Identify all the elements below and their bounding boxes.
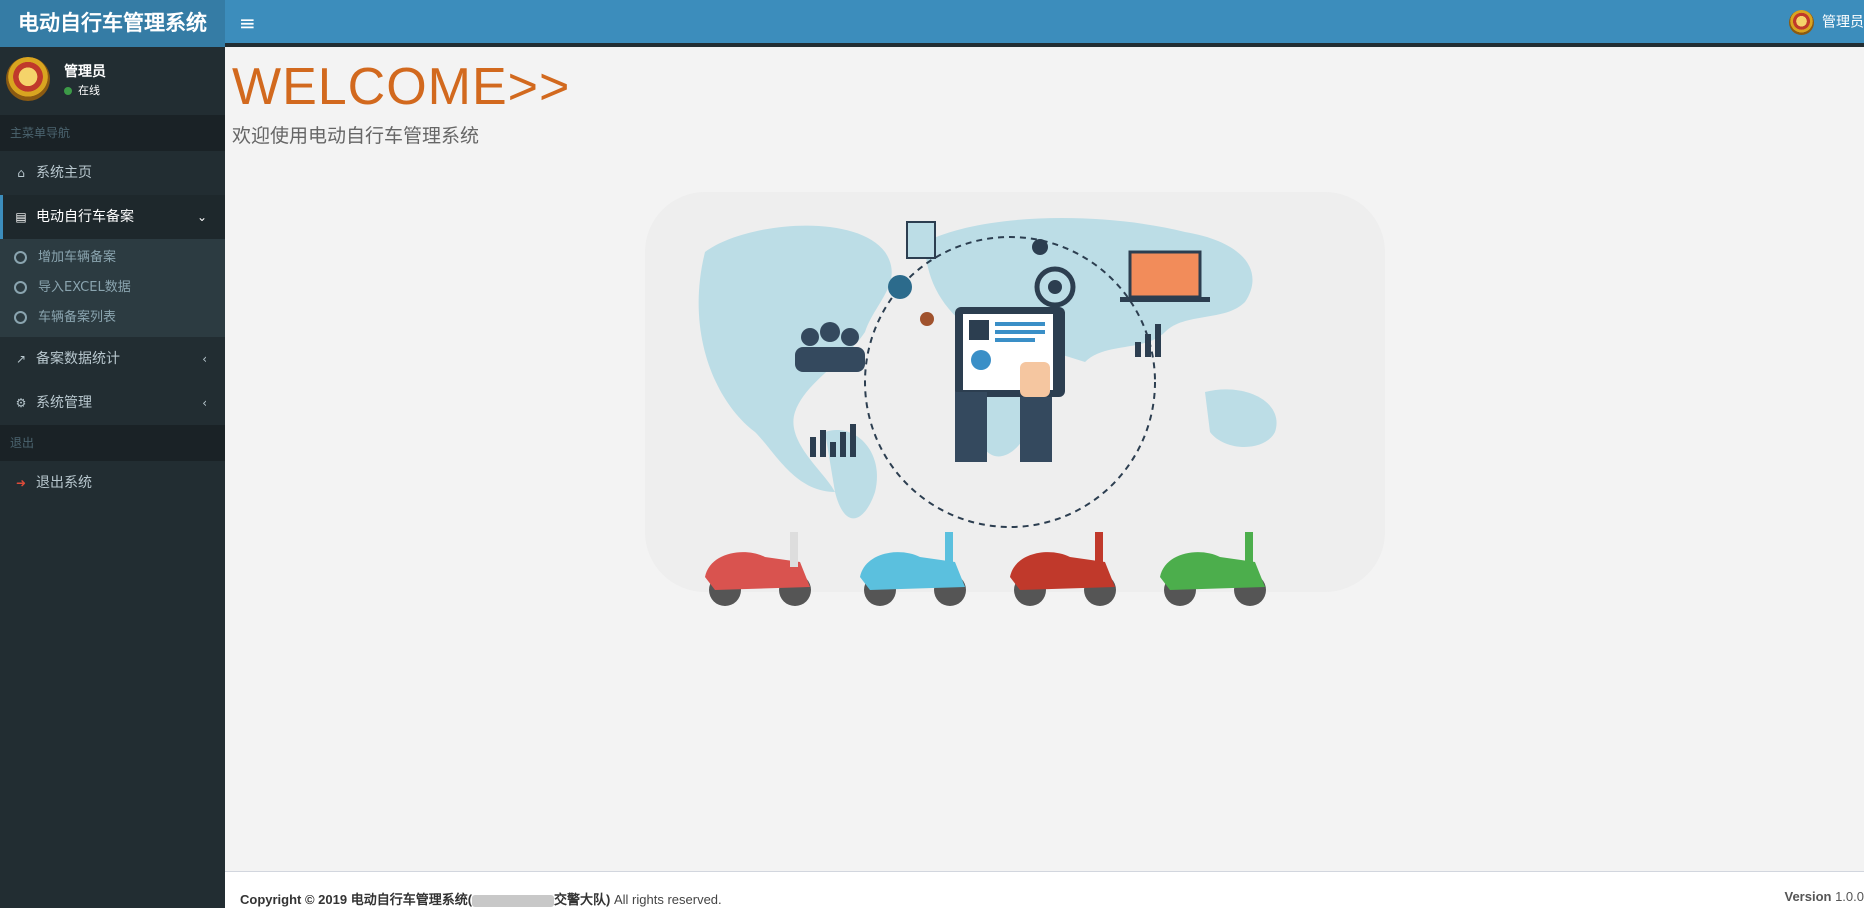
- circle-icon: [14, 311, 27, 324]
- chevron-left-icon: ‹: [202, 396, 207, 410]
- submenu-item-label: 增加车辆备案: [38, 250, 117, 265]
- chevron-left-icon: ‹: [202, 352, 207, 366]
- welcome-subtitle: 欢迎使用电动自行车管理系统: [232, 125, 480, 147]
- home-icon: ⌂: [17, 166, 25, 180]
- file-icon: ▤: [15, 210, 27, 224]
- sidebar-item-label: 备案数据统计: [36, 351, 120, 367]
- circle-icon: [14, 281, 27, 294]
- gear-icon: ⚙: [15, 396, 27, 410]
- app-logo[interactable]: 电动自行车管理系统: [0, 0, 225, 47]
- sidebar-item-ebike-record[interactable]: ▤ 电动自行车备案 ⌄: [0, 195, 225, 239]
- sidebar: 电动自行车管理系统 管理员 在线 主菜单导航 ⌂ 系统主页 ▤ 电动自行车备案 ⌄ …: [0, 0, 225, 908]
- sidebar-item-label: 电动自行车备案: [36, 209, 134, 225]
- sidebar-item-stats[interactable]: ↗ 备案数据统计 ‹: [0, 337, 225, 381]
- sidebar-item-label: 退出系统: [36, 475, 92, 491]
- user-menu[interactable]: 管理员: [1789, 10, 1864, 35]
- redacted-text: [472, 894, 555, 907]
- user-status-text: 在线: [78, 84, 100, 97]
- submenu: 增加车辆备案 导入EXCEL数据 车辆备案列表: [0, 239, 225, 337]
- circle-icon: [14, 251, 27, 264]
- chevron-down-icon: ⌄: [196, 210, 207, 224]
- main-content: WELCOME>> 欢迎使用电动自行车管理系统: [225, 47, 1864, 871]
- rights-text: All rights reserved.: [610, 892, 722, 907]
- user-panel: 管理员 在线: [0, 47, 225, 115]
- welcome-illustration: [645, 192, 1385, 606]
- copyright-prefix: Copyright © 2019 电动自行车管理系统(: [240, 892, 473, 907]
- menu-section-header: 退出: [0, 425, 225, 461]
- avatar: [6, 57, 50, 101]
- top-navbar: ≡ 管理员: [225, 0, 1864, 47]
- user-status: 在线: [64, 82, 100, 98]
- sidebar-item-label: 系统主页: [36, 165, 92, 181]
- version-label: Version: [1784, 889, 1832, 904]
- logout-icon: ➜: [15, 476, 27, 490]
- sidebar-item-home[interactable]: ⌂ 系统主页: [0, 151, 225, 195]
- avatar: [1789, 10, 1814, 35]
- version-info: Version 1.0.0: [1784, 889, 1864, 904]
- chart-icon: ↗: [15, 352, 27, 366]
- submenu-item-import-excel[interactable]: 导入EXCEL数据: [0, 273, 225, 303]
- sidebar-item-logout[interactable]: ➜ 退出系统: [0, 461, 225, 505]
- submenu-item-label: 车辆备案列表: [38, 310, 117, 325]
- user-name: 管理员: [64, 64, 106, 80]
- user-menu-name: 管理员: [1822, 14, 1864, 31]
- sidebar-item-label: 系统管理: [36, 395, 92, 411]
- copyright-suffix: 交警大队): [554, 892, 611, 907]
- bars-icon: ≡: [239, 11, 256, 35]
- submenu-item-add-vehicle[interactable]: 增加车辆备案: [0, 243, 225, 273]
- version-number: 1.0.0: [1835, 889, 1864, 904]
- menu-section-header: 主菜单导航: [0, 115, 225, 151]
- sidebar-item-system[interactable]: ⚙ 系统管理 ‹: [0, 381, 225, 425]
- welcome-heading: WELCOME>>: [232, 58, 571, 116]
- submenu-item-record-list[interactable]: 车辆备案列表: [0, 303, 225, 333]
- copyright: Copyright © 2019 电动自行车管理系统( 交警大队) All rig…: [240, 889, 722, 908]
- online-dot-icon: [64, 87, 72, 95]
- footer: Copyright © 2019 电动自行车管理系统( 交警大队) All rig…: [225, 871, 1864, 908]
- submenu-item-label: 导入EXCEL数据: [38, 280, 131, 295]
- sidebar-toggle-button[interactable]: ≡: [239, 11, 256, 35]
